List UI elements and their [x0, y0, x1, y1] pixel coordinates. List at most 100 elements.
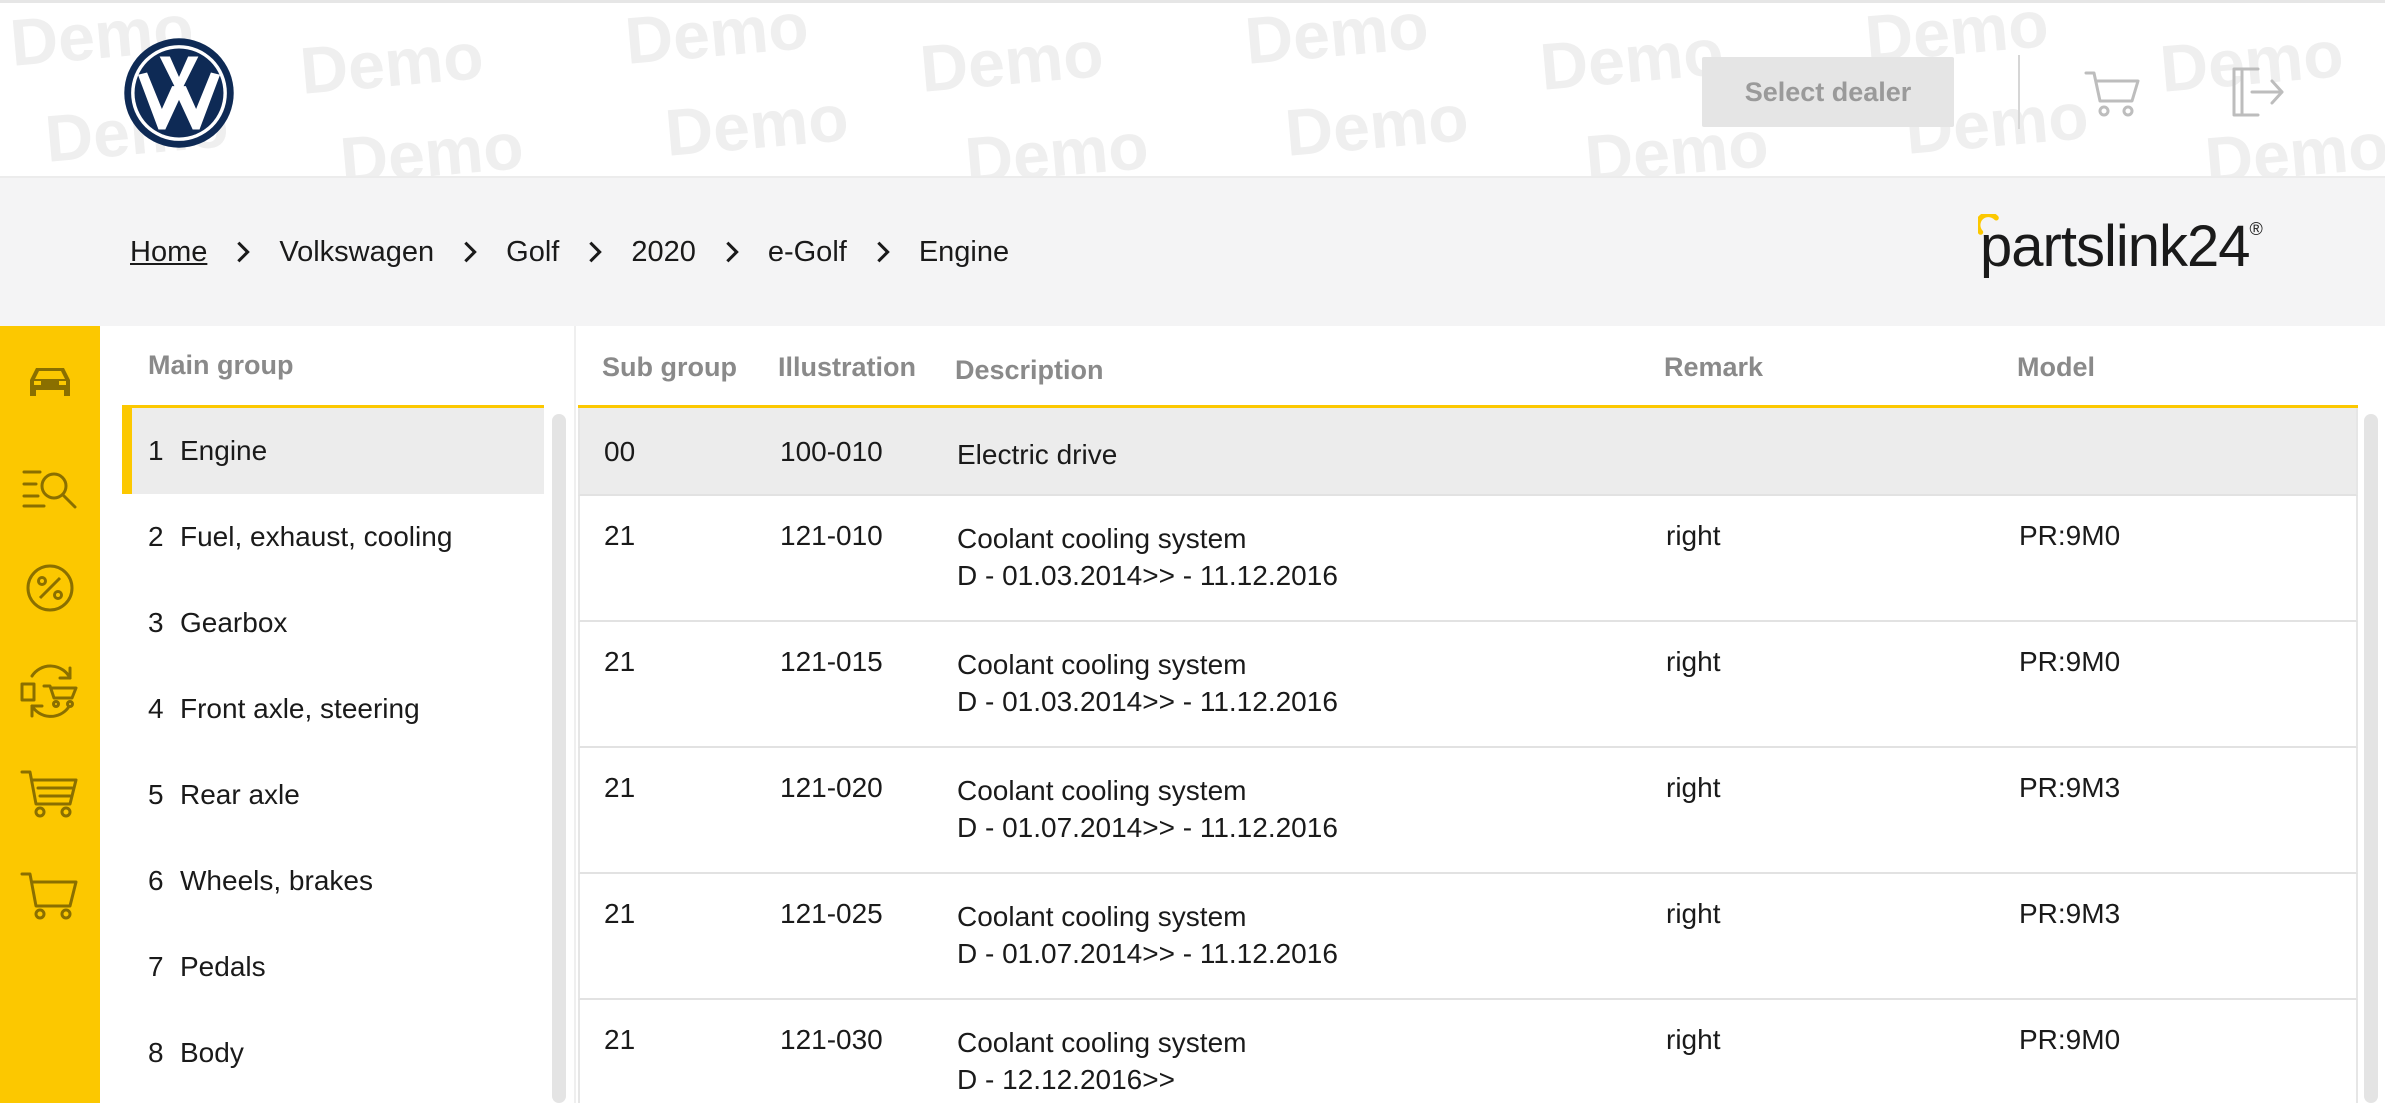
breadcrumb-item[interactable]: Volkswagen — [279, 236, 434, 269]
column-header-remark[interactable]: Remark — [1664, 352, 1763, 383]
main-group-item-label: Front axle, steering — [180, 693, 420, 724]
breadcrumb-band: Home Volkswagen Golf 2020 e-Golf Engine … — [0, 178, 2385, 326]
cell-model: PR:9M3 — [2019, 772, 2121, 803]
cell-remark: right — [1666, 898, 1721, 929]
percent-icon[interactable] — [18, 556, 82, 620]
breadcrumb: Home Volkswagen Golf 2020 e-Golf Engine — [130, 230, 1009, 274]
column-header-model[interactable]: Model — [2017, 352, 2095, 383]
vw-logo-icon[interactable] — [122, 36, 236, 150]
description-date-range: D - 01.07.2014>> - 11.12.2016 — [957, 812, 1338, 843]
table-row[interactable]: 21 121-020 Coolant cooling system D - 01… — [578, 748, 2358, 874]
cell-remark: right — [1666, 1024, 1721, 1055]
cart-icon[interactable] — [2080, 59, 2144, 123]
main-group-item-number: 3 — [148, 607, 164, 638]
main-group-item-number: 1 — [148, 435, 164, 466]
description-date-range: D - 01.03.2014>> - 11.12.2016 — [957, 560, 1338, 591]
chevron-right-icon — [589, 241, 603, 263]
chevron-right-icon — [877, 241, 890, 263]
cell-remark: right — [1666, 520, 1721, 551]
main-group-item-body[interactable]: 8 Body — [122, 1010, 544, 1096]
cell-sub-group: 21 — [604, 646, 636, 677]
main-group-item-pedals[interactable]: 7 Pedals — [122, 924, 544, 1010]
description-date-range: D - 01.03.2014>> - 11.12.2016 — [957, 686, 1338, 717]
column-header-illustration[interactable]: Illustration — [778, 352, 916, 383]
watermark: Demo — [297, 18, 487, 108]
column-header-sub-group[interactable]: Sub group — [602, 352, 737, 383]
car-icon[interactable] — [18, 350, 82, 414]
sub-group-table: Sub group Illustration Description Remar… — [578, 326, 2358, 1103]
main-group-item-fuel[interactable]: 2 Fuel, exhaust, cooling — [122, 494, 544, 580]
chevron-right-icon — [726, 241, 739, 263]
description-line: Coolant cooling system — [957, 649, 1247, 680]
description-line: Coolant cooling system — [957, 775, 1247, 806]
logout-icon[interactable] — [2224, 59, 2288, 123]
breadcrumb-item[interactable]: Golf — [506, 236, 559, 269]
description-line: Coolant cooling system — [957, 1027, 1247, 1058]
main-group-item-wheels[interactable]: 6 Wheels, brakes — [122, 838, 544, 924]
cell-illustration: 121-015 — [780, 646, 883, 677]
main-group-item-number: 7 — [148, 951, 164, 982]
main-group-item-rear-axle[interactable]: 5 Rear axle — [122, 752, 544, 838]
cell-description: Coolant cooling system D - 01.07.2014>> … — [957, 772, 1338, 846]
column-header-description[interactable]: Description — [955, 352, 1104, 389]
watermark: Demo — [622, 0, 812, 78]
main-group-item-label: Engine — [180, 435, 268, 466]
watermark: Demo — [962, 108, 1152, 178]
table-row[interactable]: 21 121-015 Coolant cooling system D - 01… — [578, 622, 2358, 748]
breadcrumb-item[interactable]: 2020 — [631, 236, 696, 269]
breadcrumb-home-link[interactable]: Home — [130, 236, 207, 269]
table-scrollbar[interactable] — [2364, 414, 2378, 1103]
chevron-right-icon — [464, 241, 477, 263]
partslink-accent-icon — [1978, 214, 1999, 235]
breadcrumb-current: Engine — [918, 235, 1010, 268]
partslink-logo[interactable]: partslink24® — [1978, 214, 2263, 276]
main-group-scrollbar[interactable] — [552, 414, 566, 1103]
description-line: Coolant cooling system — [957, 523, 1247, 554]
panel-divider — [574, 326, 576, 1103]
cell-sub-group: 21 — [604, 772, 636, 803]
breadcrumb-item[interactable]: e-Golf — [768, 236, 847, 269]
main-group-item-number: 6 — [148, 865, 164, 896]
search-list-icon[interactable] — [18, 454, 82, 518]
description-date-range: D - 01.07.2014>> - 11.12.2016 — [957, 938, 1338, 969]
main-group-item-number: 4 — [148, 693, 164, 724]
main-group-item-label: Body — [180, 1037, 244, 1068]
table-row[interactable]: 21 121-030 Coolant cooling system D - 12… — [578, 1000, 2358, 1103]
select-dealer-button[interactable]: Select dealer — [1702, 57, 1954, 127]
cart-icon[interactable] — [18, 862, 82, 926]
table-row[interactable]: 21 121-010 Coolant cooling system D - 01… — [578, 496, 2358, 622]
cell-illustration: 121-020 — [780, 772, 883, 803]
main-group-item-label: Wheels, brakes — [180, 865, 373, 896]
cell-description: Electric drive — [957, 439, 1118, 470]
partslink-logo-number: 24 — [2186, 214, 2251, 279]
watermark: Demo — [1282, 80, 1472, 170]
cart-full-icon[interactable] — [18, 760, 82, 824]
cell-model: PR:9M0 — [2019, 646, 2121, 677]
main-group-item-label: Fuel, exhaust, cooling — [180, 521, 453, 552]
main-group-item-label: Rear axle — [180, 779, 300, 810]
main-group-item-number: 2 — [148, 521, 164, 552]
cell-model: PR:9M3 — [2019, 898, 2121, 929]
cell-description: Coolant cooling system D - 01.03.2014>> … — [957, 520, 1338, 594]
chevron-right-icon — [237, 241, 251, 263]
cell-illustration: 121-010 — [780, 520, 883, 551]
main-group-item-gearbox[interactable]: 3 Gearbox — [122, 580, 544, 666]
table-row[interactable]: 21 121-025 Coolant cooling system D - 01… — [578, 874, 2358, 1000]
cell-sub-group: 21 — [604, 1024, 636, 1055]
main-group-item-front-axle[interactable]: 4 Front axle, steering — [122, 666, 544, 752]
cell-model: PR:9M0 — [2019, 520, 2121, 551]
cell-remark: right — [1666, 646, 1721, 677]
partslink-logo-text: partslink — [1980, 214, 2188, 279]
cell-remark: right — [1666, 772, 1721, 803]
watermark: Demo — [1242, 0, 1432, 78]
table-row[interactable]: 00 100-010 Electric drive — [578, 408, 2358, 496]
cell-description: Coolant cooling system D - 01.03.2014>> … — [957, 646, 1338, 720]
main-group-item-label: Gearbox — [180, 607, 288, 638]
main-group-item-engine[interactable]: 1 Engine — [122, 408, 544, 494]
cell-illustration: 121-025 — [780, 898, 883, 929]
cell-sub-group: 00 — [604, 436, 636, 467]
description-line: Coolant cooling system — [957, 901, 1247, 932]
main-group-panel: Main group 1 Engine 2 Fuel, exhaust, coo… — [122, 326, 544, 1103]
cart-exchange-icon[interactable] — [18, 658, 82, 722]
cell-sub-group: 21 — [604, 898, 636, 929]
